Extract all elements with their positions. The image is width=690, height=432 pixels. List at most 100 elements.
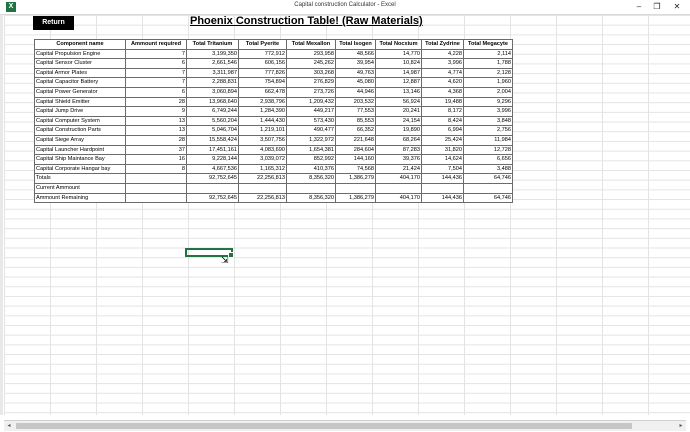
cell-total-megacyte[interactable]: 3,488 (463, 163, 513, 175)
cell-amount-required[interactable]: 16 (125, 154, 187, 165)
cell-amount-required[interactable]: 28 (125, 134, 187, 146)
cell-total-isogen[interactable]: 66,352 (335, 125, 376, 136)
cell-component-name[interactable]: Capital Ship Maintance Bay (34, 154, 126, 165)
cell-component-name[interactable]: Capital Power Generator (34, 86, 126, 98)
cell-total-pyerite[interactable]: 1,284,390 (238, 106, 287, 117)
header-total-megacyte[interactable]: Total Megacyte (463, 39, 513, 50)
cell-total-megacyte[interactable]: 6,656 (463, 154, 513, 165)
cell-component-name[interactable]: Capital Propulsion Engine (34, 48, 126, 60)
cell-component-name[interactable]: Ammount Remaining (34, 192, 126, 204)
cell-total-zydrine[interactable] (421, 182, 464, 194)
cell-total-tritanium[interactable]: 2,661,546 (186, 58, 239, 69)
cell-component-name[interactable]: Capital Sensor Cluster (34, 58, 126, 69)
cell-component-name[interactable]: Totals (34, 173, 126, 184)
cell-total-megacyte[interactable]: 1,788 (463, 58, 513, 69)
cell-total-isogen[interactable]: 39,954 (335, 58, 376, 69)
cell-total-zydrine[interactable]: 19,488 (421, 96, 464, 108)
cell-amount-required[interactable]: 7 (125, 48, 187, 60)
cell-component-name[interactable]: Capital Computer System (34, 115, 126, 127)
cell-component-name[interactable]: Capital Armor Plates (34, 67, 126, 79)
cell-amount-required[interactable] (125, 182, 187, 194)
cell-total-mexallon[interactable]: 303,268 (286, 67, 336, 79)
cell-total-pyerite[interactable]: 22,256,813 (238, 192, 287, 204)
cell-total-mexallon[interactable]: 8,356,320 (286, 192, 336, 204)
cell-total-mexallon[interactable]: 573,430 (286, 115, 336, 127)
cell-total-megacyte[interactable]: 9,296 (463, 96, 513, 108)
cell-total-mexallon[interactable]: 293,958 (286, 48, 336, 60)
cell-total-zydrine[interactable]: 3,996 (421, 58, 464, 69)
header-total-nocxium[interactable]: Total Nocxium (375, 39, 422, 50)
cell-total-nocxium[interactable]: 19,890 (375, 125, 422, 136)
cell-total-mexallon[interactable]: 1,209,432 (286, 96, 336, 108)
cell-amount-required[interactable]: 28 (125, 96, 187, 108)
cell-total-isogen[interactable]: 203,532 (335, 96, 376, 108)
cell-total-megacyte[interactable]: 3,996 (463, 106, 513, 117)
cell-amount-required[interactable]: 9 (125, 106, 187, 117)
cell-total-mexallon[interactable]: 449,217 (286, 106, 336, 117)
cell-total-nocxium[interactable] (375, 182, 422, 194)
cell-total-zydrine[interactable]: 7,504 (421, 163, 464, 175)
cell-total-zydrine[interactable]: 4,228 (421, 48, 464, 60)
cell-total-megacyte[interactable]: 12,728 (463, 144, 513, 156)
cell-total-isogen[interactable]: 77,553 (335, 106, 376, 117)
cell-amount-required[interactable]: 13 (125, 115, 187, 127)
cell-total-nocxium[interactable]: 21,424 (375, 163, 422, 175)
cell-total-mexallon[interactable]: 490,477 (286, 125, 336, 136)
cell-total-nocxium[interactable]: 13,146 (375, 86, 422, 98)
cell-total-mexallon[interactable]: 8,356,320 (286, 173, 336, 184)
cell-component-name[interactable]: Current Ammount (34, 182, 126, 194)
cell-total-pyerite[interactable]: 22,256,813 (238, 173, 287, 184)
cell-total-nocxium[interactable]: 24,154 (375, 115, 422, 127)
cell-total-megacyte[interactable]: 2,114 (463, 48, 513, 60)
cell-amount-required[interactable]: 37 (125, 144, 187, 156)
cell-component-name[interactable]: Capital Launcher Hardpoint (34, 144, 126, 156)
cell-amount-required[interactable] (125, 192, 187, 204)
cell-total-megacyte[interactable]: 64,746 (463, 173, 513, 184)
cell-component-name[interactable]: Capital Construction Parts (34, 125, 126, 136)
cell-total-mexallon[interactable]: 852,992 (286, 154, 336, 165)
cell-total-megacyte[interactable]: 11,984 (463, 134, 513, 146)
cell-total-nocxium[interactable]: 68,264 (375, 134, 422, 146)
cell-amount-required[interactable] (125, 173, 187, 184)
cell-total-pyerite[interactable]: 1,444,430 (238, 115, 287, 127)
header-total-mexallon[interactable]: Total Mexallon (286, 39, 336, 50)
cell-total-nocxium[interactable]: 39,376 (375, 154, 422, 165)
cell-total-pyerite[interactable]: 2,938,796 (238, 96, 287, 108)
cell-total-mexallon[interactable]: 273,726 (286, 86, 336, 98)
header-total-tritanium[interactable]: Total Tritanium (186, 39, 239, 50)
cell-total-nocxium[interactable]: 14,770 (375, 48, 422, 60)
header-total-pyerite[interactable]: Total Pyerite (238, 39, 287, 50)
cell-total-tritanium[interactable]: 5,560,204 (186, 115, 239, 127)
cell-total-pyerite[interactable]: 3,039,072 (238, 154, 287, 165)
cell-total-tritanium[interactable]: 2,288,831 (186, 77, 239, 88)
cell-total-nocxium[interactable]: 56,924 (375, 96, 422, 108)
cell-total-pyerite[interactable]: 4,083,690 (238, 144, 287, 156)
cell-total-mexallon[interactable] (286, 182, 336, 194)
cell-component-name[interactable]: Capital Siege Array (34, 134, 126, 146)
cell-component-name[interactable]: Capital Jump Drive (34, 106, 126, 117)
scrollbar-thumb[interactable] (16, 423, 632, 429)
cell-total-zydrine[interactable]: 144,436 (421, 173, 464, 184)
cell-total-nocxium[interactable]: 10,824 (375, 58, 422, 69)
cell-total-isogen[interactable]: 48,566 (335, 48, 376, 60)
header-total-isogen[interactable]: Total Isogen (335, 39, 376, 50)
cell-amount-required[interactable]: 6 (125, 58, 187, 69)
cell-total-tritanium[interactable]: 4,667,536 (186, 163, 239, 175)
cell-total-megacyte[interactable]: 2,004 (463, 86, 513, 98)
cell-total-nocxium[interactable]: 87,283 (375, 144, 422, 156)
cell-total-isogen[interactable]: 284,604 (335, 144, 376, 156)
cell-component-name[interactable]: Capital Capacitor Battery (34, 77, 126, 88)
cell-total-mexallon[interactable]: 410,376 (286, 163, 336, 175)
cell-total-tritanium[interactable]: 3,311,987 (186, 67, 239, 79)
cell-total-tritanium[interactable]: 17,451,161 (186, 144, 239, 156)
cell-total-isogen[interactable]: 49,763 (335, 67, 376, 79)
cell-total-tritanium[interactable]: 3,060,894 (186, 86, 239, 98)
cell-total-nocxium[interactable]: 404,170 (375, 173, 422, 184)
cell-total-megacyte[interactable] (463, 182, 513, 194)
cell-total-megacyte[interactable]: 2,128 (463, 67, 513, 79)
cell-amount-required[interactable]: 7 (125, 77, 187, 88)
cell-total-pyerite[interactable]: 754,894 (238, 77, 287, 88)
cell-total-tritanium[interactable]: 9,228,144 (186, 154, 239, 165)
cell-total-mexallon[interactable]: 276,829 (286, 77, 336, 88)
cell-amount-required[interactable]: 8 (125, 163, 187, 175)
